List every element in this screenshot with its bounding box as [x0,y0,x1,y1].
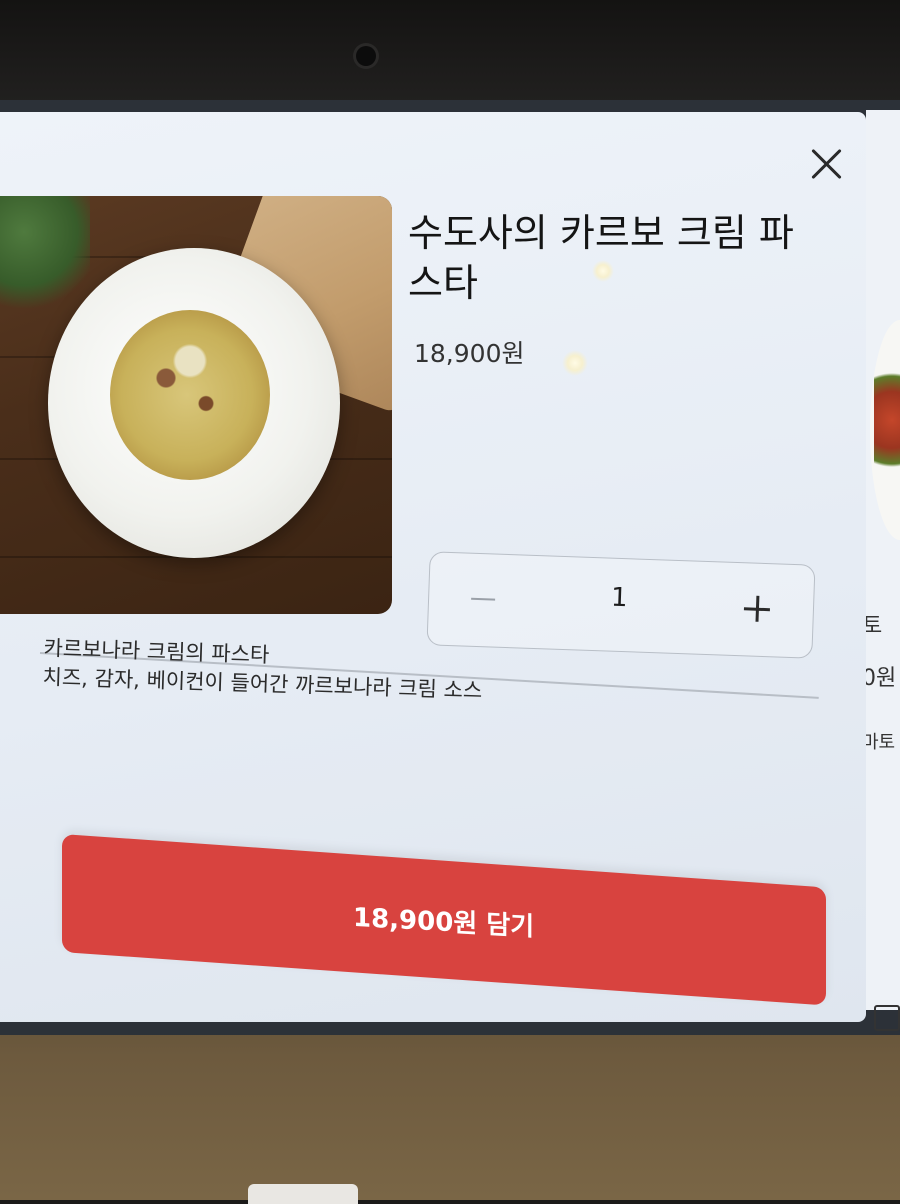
product-image [0,196,392,614]
product-title: 수도사의 카르보 크림 파스타 [408,211,794,305]
background-menu-panel: 토 0원 마토 [862,110,900,1031]
device-bezel [0,0,900,110]
camera-lens [356,46,376,66]
background-dish-image [870,320,900,540]
add-to-cart-label: 18,900원 담기 [353,902,535,942]
background-item-desc: 마토 [862,732,896,753]
product-price: 18,900원 [414,339,525,368]
screen-glare [592,260,614,282]
plant-graphic [0,196,90,316]
decrement-button[interactable] [452,575,514,623]
device-stand-tab [248,1184,358,1204]
close-button[interactable] [805,142,849,186]
increment-button[interactable] [726,585,788,633]
screen-glare [562,350,588,376]
pasta-graphic [110,310,270,480]
quantity-value: 1 [610,582,629,614]
clipboard-icon[interactable] [874,1005,900,1031]
quantity-stepper: 1 [426,551,816,659]
kiosk-screen: 토 0원 마토 수도사의 카르보 크림 파스타 18,900원 1 카르보나라 … [0,100,900,1035]
product-detail-modal: 수도사의 카르보 크림 파스타 18,900원 1 카르보나라 크림의 파스타 … [0,112,866,1022]
background-item-price: 0원 [862,666,897,691]
plate-graphic [48,248,340,558]
add-to-cart-button[interactable]: 18,900원 담기 [62,834,826,1006]
